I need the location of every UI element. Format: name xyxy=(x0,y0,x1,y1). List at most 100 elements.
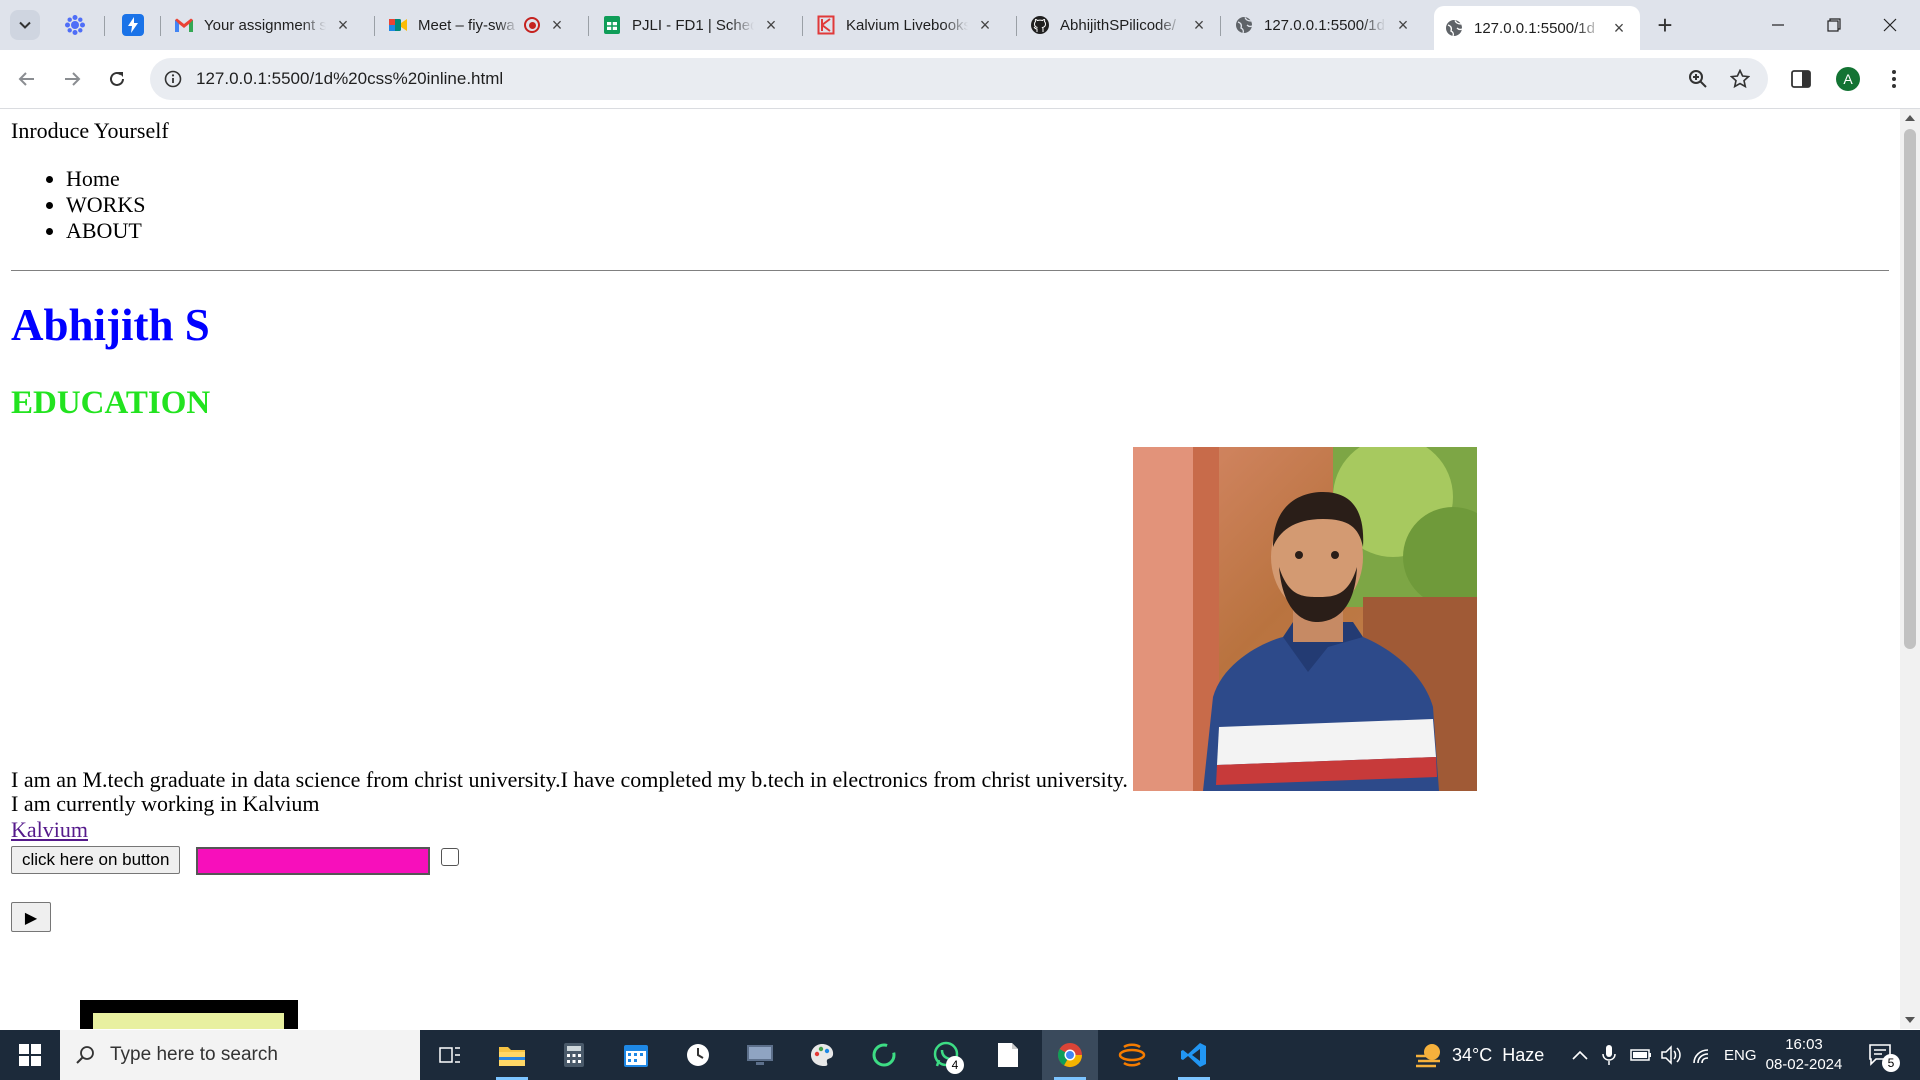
calculator-icon xyxy=(564,1043,584,1067)
pinned-tab-2[interactable] xyxy=(120,12,146,38)
intro-text: Inroduce Yourself xyxy=(11,118,169,143)
tab-label: PJLI - FD1 | Schedu xyxy=(632,16,754,34)
taskbar-clock[interactable]: 16:03 08-02-2024 xyxy=(1762,1035,1846,1075)
tab-sheets[interactable]: PJLI - FD1 | Schedu × xyxy=(592,8,792,42)
gmail-icon xyxy=(174,15,194,35)
back-button[interactable] xyxy=(11,63,43,95)
checkbox[interactable] xyxy=(441,848,459,866)
scroll-up-icon[interactable] xyxy=(1905,115,1915,121)
taskbar-app-7[interactable] xyxy=(856,1030,912,1080)
new-tab-button[interactable]: + xyxy=(1652,9,1678,40)
restore-button[interactable] xyxy=(1814,8,1854,42)
taskbar-chrome[interactable] xyxy=(1042,1030,1098,1080)
weather-text: 34°C Haze xyxy=(1452,1044,1545,1065)
tray-wifi[interactable] xyxy=(1692,1030,1714,1080)
taskbar-whatsapp[interactable]: 4 xyxy=(918,1030,974,1080)
tab-meet[interactable]: Meet – fiy-swa × xyxy=(378,8,578,42)
recording-icon xyxy=(524,17,540,33)
folder-icon xyxy=(499,1047,525,1066)
taskbar-file-explorer[interactable] xyxy=(484,1030,540,1080)
tab-github[interactable]: AbhijithSPilicode/ × xyxy=(1020,8,1220,42)
lightning-icon xyxy=(122,14,144,36)
weather-widget[interactable]: 34°C Haze xyxy=(1414,1030,1544,1080)
tray-overflow[interactable] xyxy=(1572,1030,1588,1080)
scroll-down-icon[interactable] xyxy=(1905,1017,1915,1023)
side-panel-icon xyxy=(1791,70,1811,88)
whatsapp-badge: 4 xyxy=(946,1056,964,1074)
close-icon[interactable]: × xyxy=(1394,15,1412,35)
forward-button[interactable] xyxy=(56,63,88,95)
tab-gmail[interactable]: Your assignment su × xyxy=(164,8,364,42)
arrow-left-icon xyxy=(18,72,34,86)
info-icon[interactable] xyxy=(162,68,184,90)
reload-button[interactable] xyxy=(101,63,133,95)
battery-icon xyxy=(1630,1049,1651,1061)
scroll-thumb[interactable] xyxy=(1904,129,1916,649)
taskbar-clock-app[interactable] xyxy=(670,1030,726,1080)
click-button[interactable]: click here on button xyxy=(11,846,181,874)
side-panel-button[interactable] xyxy=(1785,63,1817,95)
task-view-button[interactable] xyxy=(422,1030,478,1080)
nav-item-about: ABOUT xyxy=(66,218,1889,244)
task-view-icon xyxy=(439,1047,460,1063)
notification-badge: 5 xyxy=(1882,1054,1900,1072)
text-input[interactable] xyxy=(196,847,430,875)
close-icon[interactable]: × xyxy=(762,15,780,35)
close-icon[interactable]: × xyxy=(1610,18,1628,38)
pinned-tab-1[interactable] xyxy=(62,12,88,38)
menu-button[interactable] xyxy=(1878,63,1910,95)
close-icon xyxy=(1883,18,1897,32)
tray-battery[interactable] xyxy=(1630,1030,1652,1080)
tab-localhost-1[interactable]: 127.0.0.1:5500/1d × xyxy=(1224,8,1424,42)
page-title: Abhijith S xyxy=(11,300,210,350)
language-text: ENG xyxy=(1724,1046,1757,1064)
taskbar-calculator[interactable] xyxy=(546,1030,602,1080)
nav-item-works: WORKS xyxy=(66,192,1889,218)
bookmark-star-icon[interactable] xyxy=(1728,67,1752,91)
notification-center[interactable]: 5 xyxy=(1868,1042,1900,1072)
close-window-button[interactable] xyxy=(1870,8,1910,42)
taskbar-vscode[interactable] xyxy=(1166,1030,1222,1080)
plus-icon: + xyxy=(1657,9,1673,40)
close-icon[interactable]: × xyxy=(976,15,994,35)
avatar: A xyxy=(1836,67,1860,91)
start-button[interactable] xyxy=(0,1030,60,1080)
alarm-clock-icon xyxy=(687,1044,709,1066)
taskbar-calendar[interactable] xyxy=(608,1030,664,1080)
taskbar-app-5[interactable] xyxy=(732,1030,788,1080)
orbit-icon xyxy=(1118,1043,1146,1067)
kalvium-link[interactable]: Kalvium xyxy=(11,817,1889,843)
taskbar-paint[interactable] xyxy=(794,1030,850,1080)
weather-haze-icon xyxy=(1416,1044,1440,1068)
taskbar-app-11[interactable] xyxy=(1104,1030,1160,1080)
minimize-icon xyxy=(1772,24,1784,26)
microphone-icon xyxy=(1602,1045,1616,1065)
tray-microphone[interactable] xyxy=(1602,1030,1616,1080)
chrome-icon xyxy=(1057,1043,1082,1068)
profile-button[interactable]: A xyxy=(1832,63,1864,95)
clock-time: 16:03 xyxy=(1785,1036,1823,1053)
kalvium-icon xyxy=(816,15,836,35)
tab-search-button[interactable] xyxy=(10,10,40,40)
tray-language[interactable]: ENG xyxy=(1724,1030,1757,1080)
minimize-button[interactable] xyxy=(1758,8,1798,42)
tab-kalvium[interactable]: Kalvium Livebooks × xyxy=(806,8,1006,42)
close-icon[interactable]: × xyxy=(548,15,566,35)
tab-label: Meet – fiy-swa xyxy=(418,16,515,34)
zoom-icon[interactable] xyxy=(1686,67,1710,91)
page-scrollbar[interactable] xyxy=(1900,109,1920,1029)
close-icon[interactable]: × xyxy=(334,15,352,35)
play-button[interactable]: ▶ xyxy=(11,902,51,932)
address-bar[interactable]: 127.0.0.1:5500/1d%20css%20inline.html xyxy=(150,58,1768,100)
tab-strip: Your assignment su × Meet – fiy-swa × PJ… xyxy=(0,0,1920,50)
calendar-icon xyxy=(624,1045,648,1067)
taskbar-notepad[interactable] xyxy=(980,1030,1036,1080)
tab-localhost-active[interactable]: 127.0.0.1:5500/1d × xyxy=(1434,6,1640,50)
close-icon[interactable]: × xyxy=(1190,15,1208,35)
monitor-icon xyxy=(747,1045,773,1065)
browser-toolbar: 127.0.0.1:5500/1d%20css%20inline.html A xyxy=(0,50,1920,109)
url-text[interactable]: 127.0.0.1:5500/1d%20css%20inline.html xyxy=(196,69,503,89)
reload-icon xyxy=(110,71,124,86)
taskbar-search[interactable]: Type here to search xyxy=(60,1030,420,1080)
tray-volume[interactable] xyxy=(1660,1030,1682,1080)
